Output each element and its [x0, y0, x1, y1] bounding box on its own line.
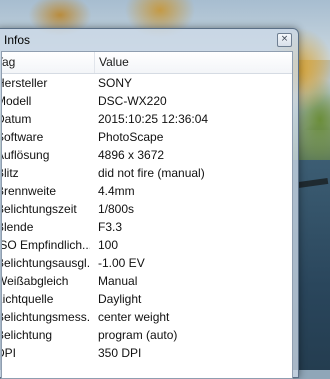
- exif-table: Tag Value Hersteller SONY Modell DSC-WX220 D…: [1, 51, 293, 379]
- row-tag: Brennweite: [1, 184, 57, 198]
- row-tag: Weißabgleich: [1, 274, 69, 288]
- table-row[interactable]: Lichtquelle Daylight: [2, 291, 292, 309]
- row-value: DSC-WX220: [98, 94, 167, 108]
- table-row[interactable]: Belichtungsmess... center weight: [2, 309, 292, 327]
- row-tag: Belichtungsausgl...: [2, 256, 90, 270]
- row-value: 2015:10:25 12:36:04: [98, 112, 209, 126]
- table-row[interactable]: DPI 350 DPI: [2, 345, 292, 363]
- table-row[interactable]: Brennweite 4.4mm: [2, 183, 292, 201]
- row-tag: Auflösung: [1, 148, 50, 162]
- row-tag: Blende: [2, 220, 34, 234]
- close-button[interactable]: ×: [277, 33, 292, 47]
- window-title: Infos: [4, 33, 31, 47]
- row-tag: Belichtungsmess...: [2, 310, 90, 324]
- table-row[interactable]: Belichtung program (auto): [2, 327, 292, 345]
- row-value: 350 DPI: [98, 346, 142, 360]
- row-tag: Blitz: [2, 166, 19, 180]
- table-row[interactable]: Weißabgleich Manual: [2, 273, 292, 291]
- row-value: F3.3: [98, 220, 123, 234]
- table-row[interactable]: Datum 2015:10:25 12:36:04: [2, 111, 292, 129]
- row-value: 4896 x 3672: [98, 148, 165, 162]
- table-row[interactable]: Modell DSC-WX220: [2, 93, 292, 111]
- row-value: Manual: [98, 274, 138, 288]
- table-row[interactable]: Auflösung 4896 x 3672: [2, 147, 292, 165]
- table-row[interactable]: Software PhotoScape: [2, 129, 292, 147]
- row-value: did not fire (manual): [98, 166, 205, 180]
- row-tag: Datum: [2, 112, 32, 126]
- row-tag: Belichtung: [1, 328, 53, 342]
- table-row[interactable]: Belichtungszeit 1/800s: [2, 201, 292, 219]
- row-value: Daylight: [98, 292, 142, 306]
- row-value: center weight: [98, 310, 170, 324]
- row-tag: Hersteller: [1, 76, 48, 90]
- close-icon: ×: [280, 34, 289, 44]
- infos-window: Infos × Tag Value Hersteller SONY Modell DS…: [0, 28, 299, 379]
- row-tag: DPI: [2, 346, 17, 360]
- table-rows: Hersteller SONY Modell DSC-WX220 Datum 2015:1…: [2, 75, 292, 363]
- row-value: -1.00 EV: [98, 256, 145, 270]
- row-tag: Belichtungszeit: [1, 202, 77, 216]
- row-value: 1/800s: [98, 202, 135, 216]
- table-row[interactable]: Blende F3.3: [2, 219, 292, 237]
- row-value: 100: [98, 238, 119, 252]
- row-tag: ISO Empfindlich...: [1, 238, 90, 252]
- row-tag: Lichtquelle: [1, 292, 54, 306]
- column-header-value[interactable]: Value: [94, 52, 292, 73]
- row-value: program (auto): [98, 328, 178, 342]
- table-header: Tag Value: [2, 52, 292, 74]
- row-value: SONY: [98, 76, 133, 90]
- table-row[interactable]: Belichtungsausgl... -1.00 EV: [2, 255, 292, 273]
- row-value: 4.4mm: [98, 184, 135, 198]
- row-tag: Modell: [2, 94, 32, 108]
- title-bar[interactable]: Infos ×: [0, 29, 298, 51]
- table-row[interactable]: Blitz did not fire (manual): [2, 165, 292, 183]
- table-row[interactable]: Hersteller SONY: [2, 75, 292, 93]
- row-value: PhotoScape: [98, 130, 164, 144]
- column-header-tag[interactable]: Tag: [2, 52, 88, 73]
- table-row[interactable]: ISO Empfindlich... 100: [2, 237, 292, 255]
- row-tag: Software: [2, 130, 44, 144]
